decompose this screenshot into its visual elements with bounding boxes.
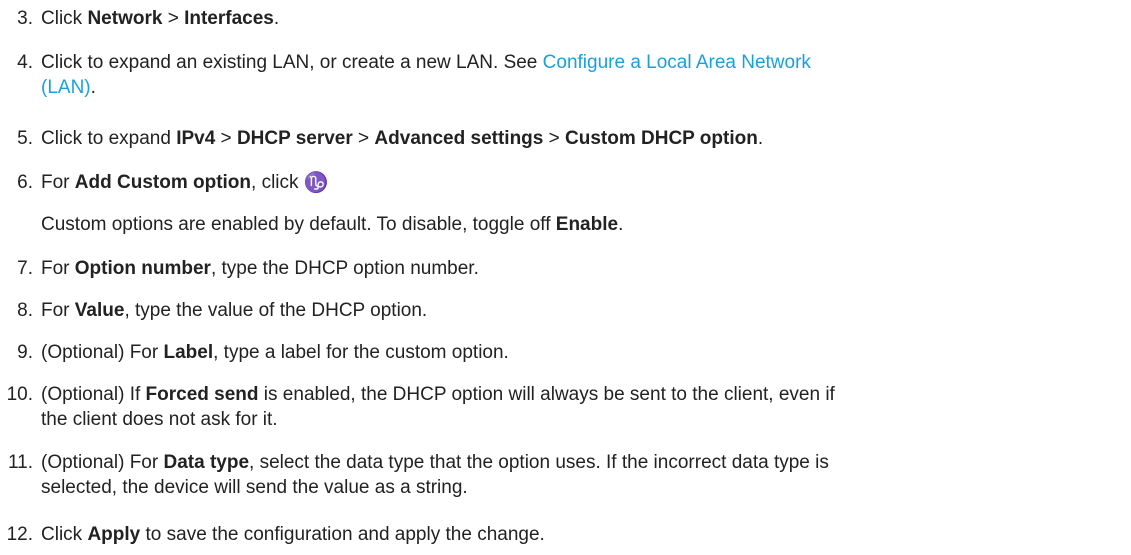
step-text: For xyxy=(41,172,75,193)
step-number: 8. xyxy=(17,300,33,321)
step-text: , type a label for the custom option. xyxy=(213,342,509,363)
step-number: 6. xyxy=(17,172,33,193)
ui-term-option-number: Option number xyxy=(74,258,211,279)
step-text: , select the data type that the option u… xyxy=(249,452,829,473)
step-number: 12. xyxy=(6,524,33,545)
punctuation: . xyxy=(90,77,96,98)
step-text: to save the configuration and apply the … xyxy=(140,524,545,545)
ui-term-apply: Apply xyxy=(87,524,141,545)
step-text: For xyxy=(41,258,75,279)
separator: > xyxy=(162,8,185,29)
ui-term-forced-send: Forced send xyxy=(145,384,259,405)
ui-term-dhcp-server: DHCP server xyxy=(236,128,353,149)
step-text: (Optional) For xyxy=(41,342,164,363)
ui-term-interfaces: Interfaces xyxy=(184,8,274,29)
step-text: Click to expand xyxy=(41,128,177,149)
ui-term-add-custom-option: Add Custom option xyxy=(74,172,252,193)
step-number: 11. xyxy=(7,452,33,473)
instruction-steps: 3. Click Network > Interfaces. 4. Click … xyxy=(0,0,1131,555)
step-text: Click xyxy=(41,8,88,29)
step-number: 7. xyxy=(17,258,33,279)
ui-term-data-type: Data type xyxy=(163,452,250,473)
ui-term-advanced-settings: Advanced settings xyxy=(374,128,544,149)
step-number: 4. xyxy=(17,52,33,73)
punctuation: . xyxy=(273,8,280,29)
ui-term-ipv4: IPv4 xyxy=(176,128,216,149)
ui-term-enable: Enable xyxy=(555,214,619,235)
step-text: Click to expand an existing LAN, or crea… xyxy=(41,52,543,73)
step-text: , type the DHCP option number. xyxy=(210,258,479,279)
step-text: , click xyxy=(251,172,304,193)
add-icon: ♑ xyxy=(303,172,329,194)
step-text: For xyxy=(41,300,75,321)
punctuation: . xyxy=(757,128,764,149)
step-text: is enabled, the DHCP option will always … xyxy=(258,384,835,405)
note-text: Custom options are enabled by default. T… xyxy=(41,214,556,235)
step-number: 9. xyxy=(17,342,33,363)
step-text: Click xyxy=(41,524,88,545)
step-6-note: Custom options are enabled by default. T… xyxy=(41,212,1101,237)
ui-term-label: Label xyxy=(163,342,214,363)
step-text: , type the value of the DHCP option. xyxy=(124,300,428,321)
step-number: 10. xyxy=(6,384,33,405)
ui-term-value: Value xyxy=(74,300,125,321)
ui-term-network: Network xyxy=(87,8,163,29)
step-text: (Optional) For xyxy=(41,452,164,473)
step-text: the client does not ask for it. xyxy=(41,409,278,430)
link-text[interactable]: (LAN) xyxy=(41,77,91,98)
link-text[interactable]: Configure a Local Area Network xyxy=(543,52,811,73)
separator: > xyxy=(352,128,375,149)
step-text: selected, the device will send the value… xyxy=(41,477,468,498)
step-text: (Optional) If xyxy=(41,384,146,405)
separator: > xyxy=(543,128,566,149)
step-number: 3. xyxy=(17,8,33,29)
step-number: 5. xyxy=(17,128,33,149)
separator: > xyxy=(215,128,237,149)
punctuation: . xyxy=(618,214,624,235)
ui-term-custom-dhcp-option: Custom DHCP option xyxy=(565,128,758,149)
